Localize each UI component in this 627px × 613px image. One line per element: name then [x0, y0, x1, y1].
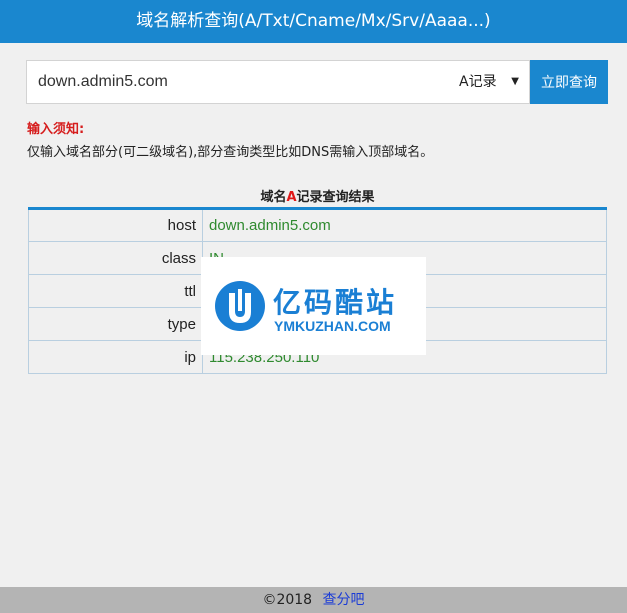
- row-value: down.admin5.com: [202, 208, 607, 242]
- row-key: host: [28, 208, 203, 242]
- row-key: ttl: [28, 274, 203, 308]
- notice-text: 仅输入域名部分(可二级域名),部分查询类型比如DNS需输入顶部域名。: [27, 145, 434, 160]
- footer-link[interactable]: 查分吧: [323, 592, 365, 608]
- row-key: class: [28, 241, 203, 275]
- copyright-text: ©2018: [262, 592, 313, 608]
- watermark-name-cn: 亿码酷站: [273, 286, 398, 319]
- table-row: host down.admin5.com: [28, 208, 607, 242]
- page-header: 域名解析查询(A/Txt/Cname/Mx/Srv/Aaaa...): [0, 0, 627, 43]
- results-title: 域名A记录查询结果: [28, 186, 607, 205]
- search-bar: A记录 ▼ 立即查询: [26, 60, 608, 104]
- watermark-name-en: YMKUZHAN.COM: [274, 318, 391, 334]
- results-title-prefix: 域名: [260, 190, 287, 205]
- footer: ©2018 查分吧: [0, 587, 627, 613]
- chevron-down-icon: ▼: [511, 76, 519, 87]
- notice-title: 输入须知:: [27, 122, 85, 137]
- query-button[interactable]: 立即查询: [530, 60, 608, 104]
- page-title: 域名解析查询(A/Txt/Cname/Mx/Srv/Aaaa...): [136, 11, 491, 31]
- row-key: ip: [28, 340, 203, 374]
- results-title-suffix: 记录查询结果: [296, 190, 375, 205]
- record-type-value: A记录: [459, 74, 497, 90]
- results-title-type: A: [286, 190, 297, 205]
- row-key: type: [28, 307, 203, 341]
- watermark-overlay: 亿码酷站 YMKUZHAN.COM: [201, 257, 426, 355]
- record-type-select[interactable]: A记录 ▼: [451, 61, 529, 103]
- ymkuzhan-logo-icon: [215, 281, 265, 331]
